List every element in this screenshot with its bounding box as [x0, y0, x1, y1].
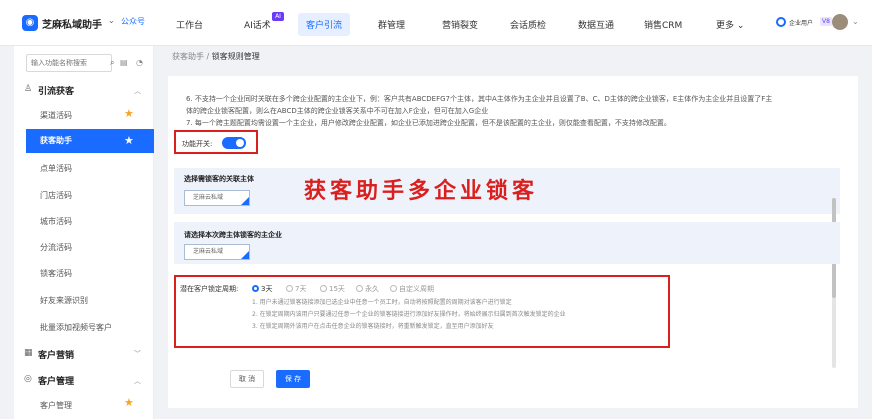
ai-badge: AI — [272, 12, 284, 21]
rule-config-card: 6. 不支持一个企业同时关联在多个跨企业配置的主企业下，例：客户共有ABCDEF… — [168, 76, 858, 408]
period-option-custom[interactable]: 自定义周期 — [390, 284, 434, 294]
sidebar-item-split-code[interactable]: 分流活码 — [40, 242, 72, 253]
sidebar-item-friend-source[interactable]: 好友来源识别 — [40, 295, 88, 306]
nav-sales-crm[interactable]: 销售CRM — [644, 18, 682, 31]
section-title: 请选择本次跨主体锁客的主企业 — [184, 231, 282, 239]
avatar[interactable] — [832, 14, 848, 30]
nav-group-management[interactable]: 群管理 — [378, 18, 405, 31]
radio-icon — [356, 285, 363, 292]
org-icon — [776, 17, 786, 27]
nav-data-interop[interactable]: 数据互通 — [578, 18, 614, 31]
period-option-label: 永久 — [365, 285, 379, 293]
rule-desc-line: 6. 不支持一个企业同时关联在多个跨企业配置的主企业下，例：客户共有ABCDEF… — [186, 95, 773, 103]
sidebar: ⌕ ▤ ◔ ♙ 引流获客 ︿ 渠道活码 ★ 获客助手 ★ 点单活码 门店活码 城… — [14, 46, 154, 419]
period-option-label: 7天 — [295, 285, 307, 293]
nav-more-label: 更多 — [716, 21, 735, 31]
period-note: 1. 用户未通过锁客链接添加已选企业中任意一个员工时，自动将按照配置的周期对该客… — [252, 299, 512, 306]
period-note: 3. 在锁定周期外该用户在点击任意企业的锁客链接时，将重新触发锁定，直至用户添加… — [252, 323, 494, 330]
radio-icon — [390, 285, 397, 292]
customer-icon: ◎ — [24, 374, 32, 384]
star-icon[interactable]: ★ — [124, 134, 134, 147]
overlay-title: 获客助手多企业锁客 — [304, 178, 539, 204]
sidebar-item-order-code[interactable]: 点单活码 — [40, 163, 72, 174]
account-type-link[interactable]: 公众号 — [121, 16, 145, 27]
period-option-7d[interactable]: 7天 — [286, 284, 306, 294]
user-chevron-down-icon[interactable]: ⌄ — [852, 17, 859, 26]
cancel-button[interactable]: 取 消 — [230, 370, 264, 388]
sidebar-item-lock-code[interactable]: 锁客活码 — [40, 268, 72, 279]
brand-chevron-down-icon[interactable]: ⌄ — [108, 16, 115, 25]
calendar-icon[interactable]: ▤ — [120, 58, 128, 67]
nav-more[interactable]: 更多 ⌄ — [716, 18, 744, 31]
sidebar-group-marketing[interactable]: 客户营销 — [38, 348, 74, 361]
main-enterprise-select[interactable]: 芝麻云私域 — [184, 244, 250, 260]
save-button[interactable]: 保 存 — [276, 370, 310, 388]
sidebar-item-batch-add-video[interactable]: 批量添加视频号客户 — [40, 322, 112, 333]
feature-toggle[interactable] — [222, 137, 246, 149]
vip-badge: V8 — [820, 17, 832, 26]
chevron-up-icon[interactable]: ︿ — [134, 376, 141, 386]
nav-ai-script[interactable]: AI话术 — [244, 18, 271, 31]
section-main-enterprise: 请选择本次跨主体锁客的主企业 芝麻云私域 — [174, 222, 840, 264]
feature-switch-box: 功能开关: — [174, 130, 258, 154]
user-name: 企业用户 — [789, 20, 814, 27]
star-icon[interactable]: ★ — [124, 396, 134, 409]
history-icon[interactable]: ◔ — [136, 58, 143, 67]
sidebar-item-city-code[interactable]: 城市活码 — [40, 216, 72, 227]
brand-logo-icon: ◉ — [22, 15, 38, 31]
lock-period-box: 潜在客户锁定周期: 3天 7天 15天 永久 自定义周期 1. 用户未通过锁客链… — [174, 275, 670, 348]
lock-period-label: 潜在客户锁定周期: — [180, 285, 239, 293]
period-option-label: 3天 — [261, 285, 273, 293]
breadcrumb: 获客助手 / 锁客规则管理 — [172, 51, 260, 62]
period-option-15d[interactable]: 15天 — [320, 284, 345, 294]
sidebar-item-customer-management[interactable]: 客户管理 — [40, 400, 72, 411]
sidebar-item-acquisition-assistant[interactable]: 获客助手 — [26, 129, 154, 153]
period-option-label: 自定义周期 — [399, 285, 434, 293]
breadcrumb-current: 锁客规则管理 — [211, 52, 260, 61]
section-title: 选择需锁客的关联主体 — [184, 175, 254, 183]
rule-desc-line: 7. 每一个跨主题配置均需设置一个主企业，用户修改跨企业配置，如企业已添加进跨企… — [186, 119, 671, 127]
sidebar-group-acquisition[interactable]: 引流获客 — [38, 84, 74, 97]
breadcrumb-separator: / — [206, 52, 210, 61]
top-navbar: ◉ 芝麻私域助手 ⌄ 公众号 工作台 AI话术 AI 客户引流 群管理 营销裂变… — [0, 0, 872, 46]
sidebar-item-store-code[interactable]: 门店活码 — [40, 190, 72, 201]
nav-workbench[interactable]: 工作台 — [176, 18, 203, 31]
chevron-down-icon[interactable]: ﹀ — [134, 349, 141, 359]
brand-name[interactable]: 芝麻私域助手 — [42, 16, 102, 31]
feature-switch-label: 功能开关: — [182, 140, 213, 148]
star-icon[interactable]: ★ — [124, 107, 134, 120]
radio-icon — [320, 285, 327, 292]
sidebar-group-customer-management[interactable]: 客户管理 — [38, 374, 74, 387]
sidebar-item-channel-code[interactable]: 渠道活码 — [40, 110, 72, 121]
radio-icon — [252, 285, 259, 292]
user-group-icon: ♙ — [24, 84, 33, 94]
period-option-3d[interactable]: 3天 — [252, 284, 272, 294]
related-subject-select[interactable]: 芝麻云私域 — [184, 190, 250, 206]
nav-customer-acquisition[interactable]: 客户引流 — [298, 13, 351, 36]
breadcrumb-parent[interactable]: 获客助手 — [172, 52, 204, 61]
search-icon[interactable]: ⌕ — [110, 58, 114, 68]
period-note: 2. 在锁定周期内该用户只要通过任意一个企业的锁客链接进行添加好友操作时，将始终… — [252, 311, 566, 318]
period-option-forever[interactable]: 永久 — [356, 284, 379, 294]
menu-search-input[interactable] — [26, 54, 112, 72]
period-option-label: 15天 — [329, 285, 345, 293]
chevron-up-icon[interactable]: ︿ — [134, 86, 141, 96]
calendar-icon: ▦ — [24, 348, 33, 358]
rule-desc-line: 体的跨企业锁客配置，则么在ABCD主体的跨企业锁客关系中不可在加入F企业，但可在… — [186, 107, 489, 115]
radio-icon — [286, 285, 293, 292]
nav-session-qc[interactable]: 会话质检 — [510, 18, 546, 31]
nav-marketing-fission[interactable]: 营销裂变 — [442, 18, 478, 31]
